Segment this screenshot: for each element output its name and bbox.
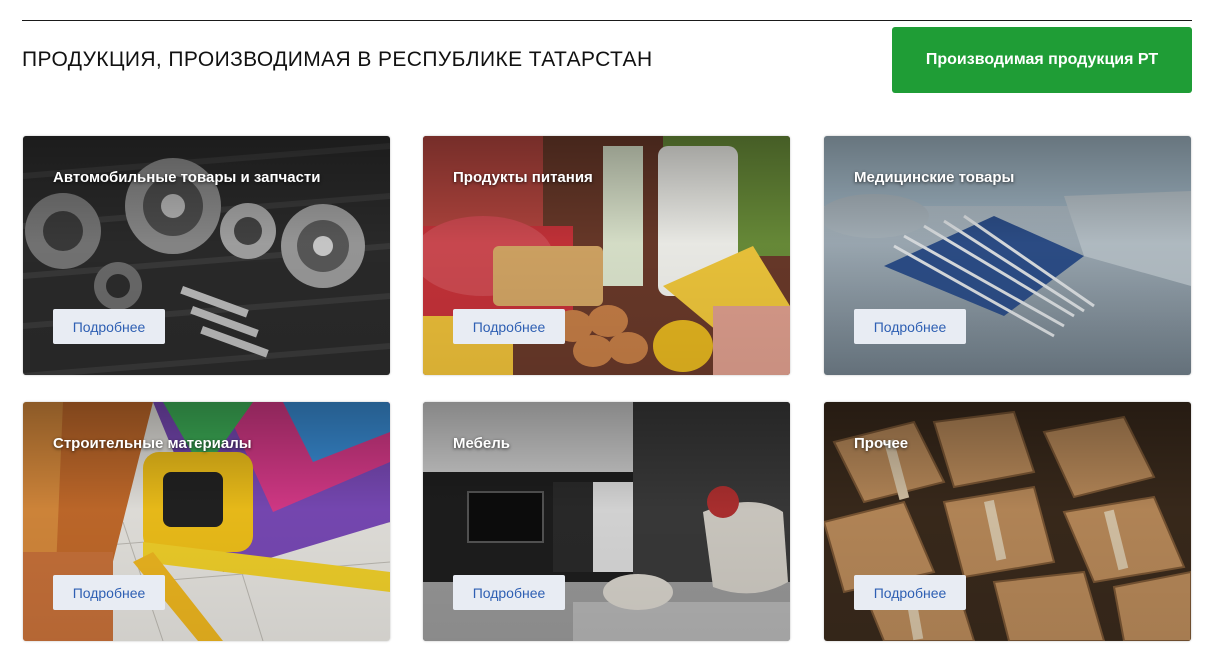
- top-divider: [22, 20, 1192, 21]
- category-card-furniture[interactable]: Мебель Подробнее: [423, 402, 790, 641]
- category-card-building-materials[interactable]: Строительные материалы Подробнее: [23, 402, 390, 641]
- more-button-furniture[interactable]: Подробнее: [453, 575, 565, 610]
- page-title: ПРОДУКЦИЯ, ПРОИЗВОДИМАЯ В РЕСПУБЛИКЕ ТАТ…: [22, 48, 653, 71]
- card-title: Продукты питания: [453, 169, 593, 186]
- more-button-other[interactable]: Подробнее: [854, 575, 966, 610]
- more-button-medical[interactable]: Подробнее: [854, 309, 966, 344]
- card-title: Медицинские товары: [854, 169, 1015, 186]
- more-button-food[interactable]: Подробнее: [453, 309, 565, 344]
- card-title: Строительные материалы: [53, 435, 252, 452]
- more-button-building-materials[interactable]: Подробнее: [53, 575, 165, 610]
- category-card-other[interactable]: Прочее Подробнее: [824, 402, 1191, 641]
- card-title: Прочее: [854, 435, 909, 452]
- more-button-auto-parts[interactable]: Подробнее: [53, 309, 165, 344]
- category-card-food[interactable]: Продукты питания Подробнее: [423, 136, 790, 375]
- produced-products-button[interactable]: Производимая продукция РТ: [892, 27, 1192, 93]
- category-card-auto-parts[interactable]: Автомобильные товары и запчасти Подробне…: [23, 136, 390, 375]
- card-title: Автомобильные товары и запчасти: [53, 169, 321, 186]
- card-title: Мебель: [453, 435, 510, 452]
- category-card-medical[interactable]: Медицинские товары Подробнее: [824, 136, 1191, 375]
